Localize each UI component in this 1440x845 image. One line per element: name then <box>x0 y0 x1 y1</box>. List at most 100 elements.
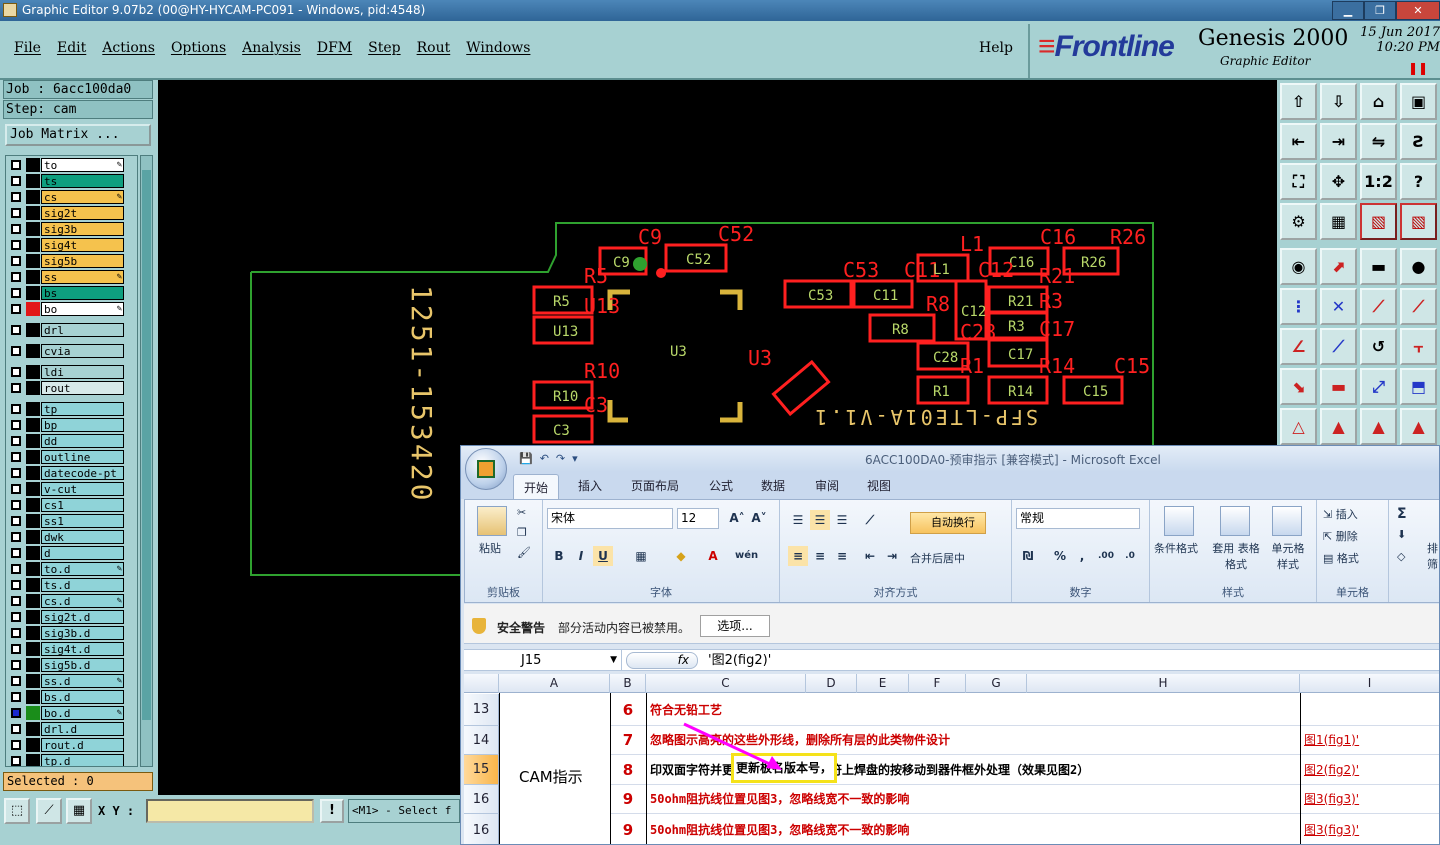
layer-name[interactable]: to.d ✎ <box>41 562 124 576</box>
layer-name[interactable]: drl <box>41 323 124 337</box>
layer-name[interactable]: sig3b.d <box>41 626 124 640</box>
angle-icon[interactable]: ∠ <box>1280 328 1317 365</box>
column-header-a[interactable]: A <box>499 674 610 693</box>
layer-name[interactable]: bo.d ✎ <box>41 706 124 720</box>
name-box[interactable]: J15 ▼ <box>464 650 622 671</box>
sum-icon[interactable]: Σ <box>1397 506 1407 522</box>
row-header[interactable]: 16 <box>464 814 499 844</box>
layer-checkbox[interactable] <box>11 756 21 766</box>
layer-checkbox[interactable] <box>11 272 21 282</box>
layer-checkbox[interactable] <box>11 304 21 314</box>
increase-decimal-icon[interactable]: .00 <box>1096 546 1116 566</box>
split-icon[interactable]: ⫟ <box>1400 328 1437 365</box>
layer-name[interactable]: ts.d <box>41 578 124 592</box>
bold-icon[interactable]: B <box>549 546 569 566</box>
layer-checkbox[interactable] <box>11 346 21 356</box>
layer-checkbox[interactable] <box>11 240 21 250</box>
layer-checkbox[interactable] <box>11 176 21 186</box>
genesis-title-bar[interactable]: Graphic Editor 9.07b2 (00@HY-HYCAM-PC091… <box>0 0 1440 21</box>
layer-row-bp[interactable]: bp <box>8 418 128 432</box>
grid-icon[interactable]: ▦ <box>66 798 92 824</box>
pause-icon[interactable]: ❚❚ <box>1408 61 1428 75</box>
cell-b[interactable]: 9 <box>610 814 646 844</box>
conditional-format-label[interactable]: 条件格式 <box>1154 540 1198 556</box>
pan-left-icon[interactable]: ⇤ <box>1280 123 1317 160</box>
layer-checkbox[interactable] <box>11 564 21 574</box>
layer-checkbox[interactable] <box>11 580 21 590</box>
pad-icon[interactable]: ⟋ <box>1400 288 1437 325</box>
layer-name[interactable]: cs1 <box>41 498 124 512</box>
sketch-icon[interactable]: ⬈ <box>1320 248 1357 285</box>
table-format-icon[interactable] <box>1220 506 1250 536</box>
row-header[interactable]: 14 <box>464 726 499 755</box>
layer-checkbox[interactable] <box>11 468 21 478</box>
layer-row-ldi[interactable]: ldi <box>8 365 128 379</box>
center-icon[interactable]: ✥ <box>1320 163 1357 200</box>
cell-b[interactable]: 6 <box>610 694 646 726</box>
fiducial-pad[interactable] <box>633 257 647 271</box>
layer-row-sig3b[interactable]: sig3b <box>8 222 128 236</box>
dot-icon[interactable]: ● <box>1400 248 1437 285</box>
cell-c[interactable]: 50ohm阻抗线位置见图3，忽略线宽不一致的影响 <box>650 785 1296 814</box>
paste-label[interactable]: 粘贴 <box>479 540 501 556</box>
column-header-h[interactable]: H <box>1027 674 1300 693</box>
copy-icon[interactable]: ❐ <box>517 526 527 539</box>
layer-checkbox[interactable] <box>11 596 21 606</box>
layer-row-sig2t.d[interactable]: sig2t.d <box>8 610 128 624</box>
layer-checkbox[interactable] <box>11 452 21 462</box>
layer-row-bs[interactable]: bs <box>8 286 128 300</box>
layer-checkbox[interactable] <box>11 367 21 377</box>
decrease-decimal-icon[interactable]: .0 <box>1120 546 1140 566</box>
menu-rout[interactable]: Rout <box>417 40 451 56</box>
layer-name[interactable]: bo ✎ <box>41 302 124 316</box>
row-header[interactable]: 16 <box>464 785 499 814</box>
layer-checkbox[interactable] <box>11 420 21 430</box>
layer-checkbox[interactable] <box>11 708 21 718</box>
help-icon[interactable]: ? <box>1400 163 1437 200</box>
tab-5[interactable]: 审阅 <box>815 477 839 494</box>
layer-row-ss[interactable]: ss ✎ <box>8 270 128 284</box>
chevron-down-icon[interactable]: ▼ <box>610 650 617 671</box>
snap-red-icon[interactable]: ▧ <box>1400 203 1437 240</box>
size-icon[interactable]: ⤢ <box>1360 368 1397 405</box>
layer-row-rout[interactable]: rout <box>8 381 128 395</box>
cell-j[interactable]: 图3(fig3)' <box>1304 814 1438 844</box>
tab-1[interactable]: 插入 <box>578 477 602 494</box>
layer-name[interactable]: ss ✎ <box>41 270 124 284</box>
record-icon[interactable]: ◉ <box>1280 248 1317 285</box>
spreadsheet-grid[interactable]: ABCDEFGHIJ 136符合无铅工艺147忽略图示高亮的这些外形线，删除所有… <box>464 674 1439 844</box>
tab-0[interactable]: 开始 <box>513 474 560 499</box>
orientation-icon[interactable]: ⟋ <box>860 510 880 530</box>
format-painter-icon[interactable]: 🖌 <box>517 546 531 559</box>
grow-font-icon[interactable]: A˄ <box>727 508 747 528</box>
layer-checkbox[interactable] <box>11 192 21 202</box>
layer-row-sig4t[interactable]: sig4t <box>8 238 128 252</box>
layer-row-sig4t.d[interactable]: sig4t.d <box>8 642 128 656</box>
layer-row-datecode-pt[interactable]: datecode-pt <box>8 466 128 480</box>
via-pad[interactable] <box>656 268 666 278</box>
mirror-icon[interactable]: ⇋ <box>1360 123 1397 160</box>
menu-windows[interactable]: Windows <box>466 40 530 56</box>
snap-icon[interactable]: ▧ <box>1360 203 1397 240</box>
alert-button[interactable]: ! <box>320 799 344 823</box>
paste-icon[interactable] <box>477 506 507 536</box>
layer-checkbox[interactable] <box>11 208 21 218</box>
formula-input[interactable]: '图2(fig2)' <box>708 650 771 671</box>
layer-checkbox[interactable] <box>11 724 21 734</box>
table-format-label[interactable]: 套用 表格格式 <box>1210 540 1262 572</box>
layer-name[interactable]: cvia <box>41 344 124 358</box>
layer-row-sig2t[interactable]: sig2t <box>8 206 128 220</box>
menu-file[interactable]: File <box>14 40 41 56</box>
layer-name[interactable]: rout <box>41 381 124 395</box>
layer-checkbox[interactable] <box>11 160 21 170</box>
layer-name[interactable]: datecode-pt <box>41 466 124 480</box>
fill-icon[interactable]: ⬇ <box>1397 528 1406 541</box>
menu-dfm[interactable]: DFM <box>317 40 352 56</box>
security-options-button[interactable]: 选项... <box>700 615 770 637</box>
tab-6[interactable]: 视图 <box>867 477 891 494</box>
layer-row-ts.d[interactable]: ts.d <box>8 578 128 592</box>
column-header-d[interactable]: D <box>806 674 857 693</box>
zoom-down-icon[interactable]: ⇩ <box>1320 83 1357 120</box>
restore-icon[interactable]: ❐ <box>1364 1 1396 20</box>
cell-style-label[interactable]: 单元格 样式 <box>1266 540 1310 572</box>
